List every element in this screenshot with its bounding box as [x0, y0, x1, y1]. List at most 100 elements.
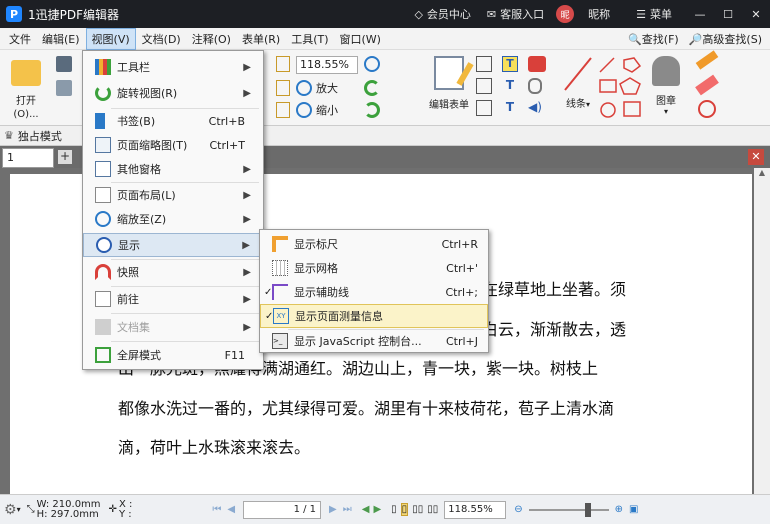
- rotate-back-icon[interactable]: [364, 102, 380, 118]
- tab-document-1[interactable]: 1: [2, 148, 54, 168]
- menu-window[interactable]: 窗口(W): [335, 29, 386, 49]
- rotate-icon[interactable]: [364, 80, 380, 96]
- shapes-icon[interactable]: [598, 54, 644, 122]
- goto-icon: [95, 291, 111, 307]
- menu-file[interactable]: 文件: [4, 29, 36, 49]
- first-page-icon[interactable]: ⏮: [212, 504, 221, 515]
- text-field-icon[interactable]: [476, 56, 492, 72]
- shapes-group: [598, 54, 644, 122]
- gear-dropdown-icon[interactable]: ▾: [17, 505, 21, 514]
- prev-page-icon[interactable]: ◀: [227, 504, 235, 515]
- actual-size-icon[interactable]: [276, 80, 290, 96]
- facing-page-icon[interactable]: ▯▯: [412, 504, 423, 515]
- nickname[interactable]: 昵称: [588, 6, 610, 22]
- forward-icon[interactable]: ▶: [373, 504, 381, 515]
- edit-form-button[interactable]: 编辑表单: [424, 54, 474, 120]
- fullscreen-icon[interactable]: ▣: [629, 504, 638, 515]
- zoom-in-button[interactable]: 放大: [296, 80, 338, 96]
- close-tab-button[interactable]: ✕: [748, 149, 764, 165]
- settings-gear-icon[interactable]: ⚙: [4, 502, 17, 518]
- close-window-button[interactable]: ✕: [742, 8, 770, 21]
- zoom-out-circle-icon[interactable]: ⊖: [514, 504, 522, 515]
- save-icon[interactable]: [56, 56, 72, 72]
- menu-item-zoom-to[interactable]: 缩放至(Z) ▶: [83, 207, 263, 231]
- menu-document[interactable]: 文档(D): [137, 29, 186, 49]
- vertical-scrollbar[interactable]: ▲: [754, 168, 770, 494]
- menu-item-toolbar[interactable]: 工具栏 ▶: [83, 55, 263, 79]
- eraser-icon[interactable]: [695, 74, 719, 96]
- minimize-button[interactable]: —: [686, 8, 714, 21]
- open-button[interactable]: 打开(O)...: [4, 56, 48, 120]
- menu-item-go-to[interactable]: 前往 ▶: [83, 287, 263, 311]
- check-icon: ✓: [265, 310, 274, 322]
- maximize-button[interactable]: ☐: [714, 8, 742, 21]
- menu-tools[interactable]: 工具(T): [286, 29, 333, 49]
- search-button[interactable]: 🔍查找(F): [628, 31, 679, 47]
- zoom-in-circle-icon[interactable]: ⊕: [615, 504, 623, 515]
- menu-item-bookmarks[interactable]: 书签(B) Ctrl+B: [83, 109, 263, 133]
- menu-item-snapshot[interactable]: 快照 ▶: [83, 260, 263, 284]
- lines-button[interactable]: 线条▾: [560, 54, 596, 122]
- menu-view[interactable]: 视图(V): [85, 27, 136, 50]
- menu-item-page-layout[interactable]: 页面布局(L) ▶: [83, 183, 263, 207]
- menu-item-show-measure-info[interactable]: ✓ XY 显示页面测量信息: [260, 304, 488, 328]
- thumbnail-icon: [95, 137, 111, 153]
- zoom-fit-icon[interactable]: [276, 102, 290, 118]
- menu-item-label: 旋转视图(R): [117, 87, 178, 100]
- menu-item-js-console[interactable]: >_ 显示 JavaScript 控制台... Ctrl+J: [260, 329, 488, 353]
- fit-page-icon[interactable]: [276, 56, 290, 72]
- back-icon[interactable]: ◀: [362, 504, 370, 515]
- print-icon[interactable]: [56, 80, 72, 96]
- stamp-button[interactable]: 图章 ▾: [646, 54, 686, 122]
- zoom-out-button[interactable]: 缩小: [296, 102, 338, 118]
- menu-item-thumbnails[interactable]: 页面缩略图(T) Ctrl+T: [83, 133, 263, 157]
- zoom-select[interactable]: 118.55%: [296, 56, 358, 74]
- pencil-icon[interactable]: [695, 50, 719, 70]
- scroll-up-icon[interactable]: ▲: [754, 168, 770, 177]
- advanced-search-button[interactable]: 🔎高级查找(S): [689, 31, 762, 47]
- last-page-icon[interactable]: ⏭: [343, 504, 352, 515]
- text-t2-icon[interactable]: T: [502, 78, 518, 94]
- facing-continuous-icon[interactable]: ▯▯: [427, 504, 438, 515]
- menu-item-show-guides[interactable]: ✓ 显示辅助线 Ctrl+;: [260, 280, 488, 304]
- zoom-slider-thumb[interactable]: [584, 502, 591, 517]
- menu-form[interactable]: 表单(R): [237, 29, 285, 49]
- checkbox-field-icon[interactable]: [476, 78, 492, 94]
- comment-icon[interactable]: [528, 56, 546, 72]
- continuous-page-icon[interactable]: ▯: [400, 503, 409, 516]
- form-tools-group: T T T ◀): [476, 54, 556, 122]
- menu-item-label: 显示: [118, 239, 140, 252]
- menu-comment[interactable]: 注释(O): [187, 29, 236, 49]
- menu-button[interactable]: 菜单: [650, 6, 672, 22]
- zoom-in-label: 放大: [316, 82, 338, 95]
- text-t-icon[interactable]: T: [502, 56, 518, 72]
- zoom-plus-icon[interactable]: [364, 56, 380, 72]
- fullscreen-icon: [95, 347, 111, 363]
- list-field-icon[interactable]: [476, 100, 492, 116]
- avatar[interactable]: 昵: [556, 5, 575, 23]
- menu-item-show-grid[interactable]: 显示网格 Ctrl+': [260, 256, 488, 280]
- sound-icon[interactable]: ◀): [528, 100, 544, 116]
- exclusive-mode-button[interactable]: 独占模式: [18, 128, 62, 144]
- search-area: 🔍查找(F) 🔎高级查找(S): [628, 31, 762, 47]
- add-tab-button[interactable]: +: [58, 150, 72, 164]
- status-zoom-select[interactable]: 118.55%: [444, 500, 507, 519]
- menu-item-show[interactable]: 显示 ▶: [83, 233, 263, 257]
- single-page-icon[interactable]: ▯: [391, 504, 397, 515]
- page-number-input[interactable]: 1 / 1: [243, 500, 322, 519]
- service-link[interactable]: 客服入口: [500, 6, 544, 22]
- menu-item-other-panes[interactable]: 其他窗格 ▶: [83, 157, 263, 181]
- zoom-slider[interactable]: [528, 502, 609, 517]
- menu-item-show-ruler[interactable]: 显示标尺 Ctrl+R: [260, 232, 488, 256]
- menu-item-rotate-view[interactable]: 旋转视图(R) ▶: [83, 81, 263, 105]
- status-zoom-value: 118.55%: [448, 503, 493, 515]
- member-center-link[interactable]: 会员中心: [427, 6, 471, 22]
- submenu-arrow-icon: ▶: [243, 321, 251, 333]
- menu-edit[interactable]: 编辑(E): [37, 29, 85, 49]
- menu-item-shortcut: Ctrl+;: [445, 285, 479, 299]
- next-page-icon[interactable]: ▶: [329, 504, 337, 515]
- text-t3-icon[interactable]: T: [502, 100, 518, 116]
- scribble-icon[interactable]: [698, 100, 716, 118]
- clip-icon[interactable]: [528, 78, 542, 94]
- menu-item-fullscreen[interactable]: 全屏模式 F11: [83, 343, 263, 367]
